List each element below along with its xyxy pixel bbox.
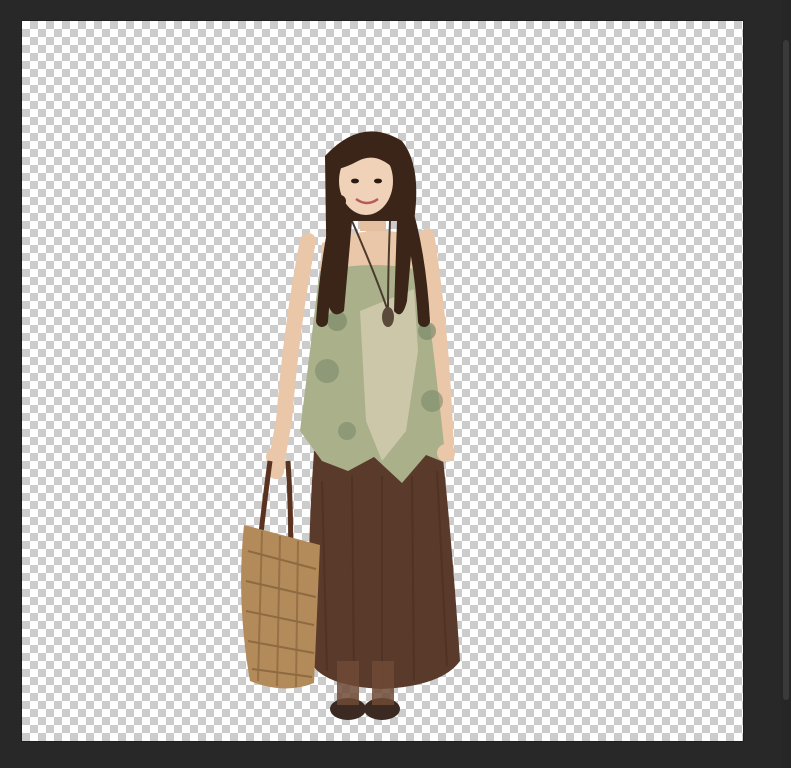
vertical-scrollbar[interactable]: [781, 0, 791, 768]
document-canvas[interactable]: [22, 21, 743, 741]
left-arm: [268, 233, 316, 479]
photo-editor-workspace: [0, 0, 791, 768]
person-cutout-image[interactable]: [22, 21, 743, 741]
scrollbar-thumb[interactable]: [783, 40, 789, 700]
